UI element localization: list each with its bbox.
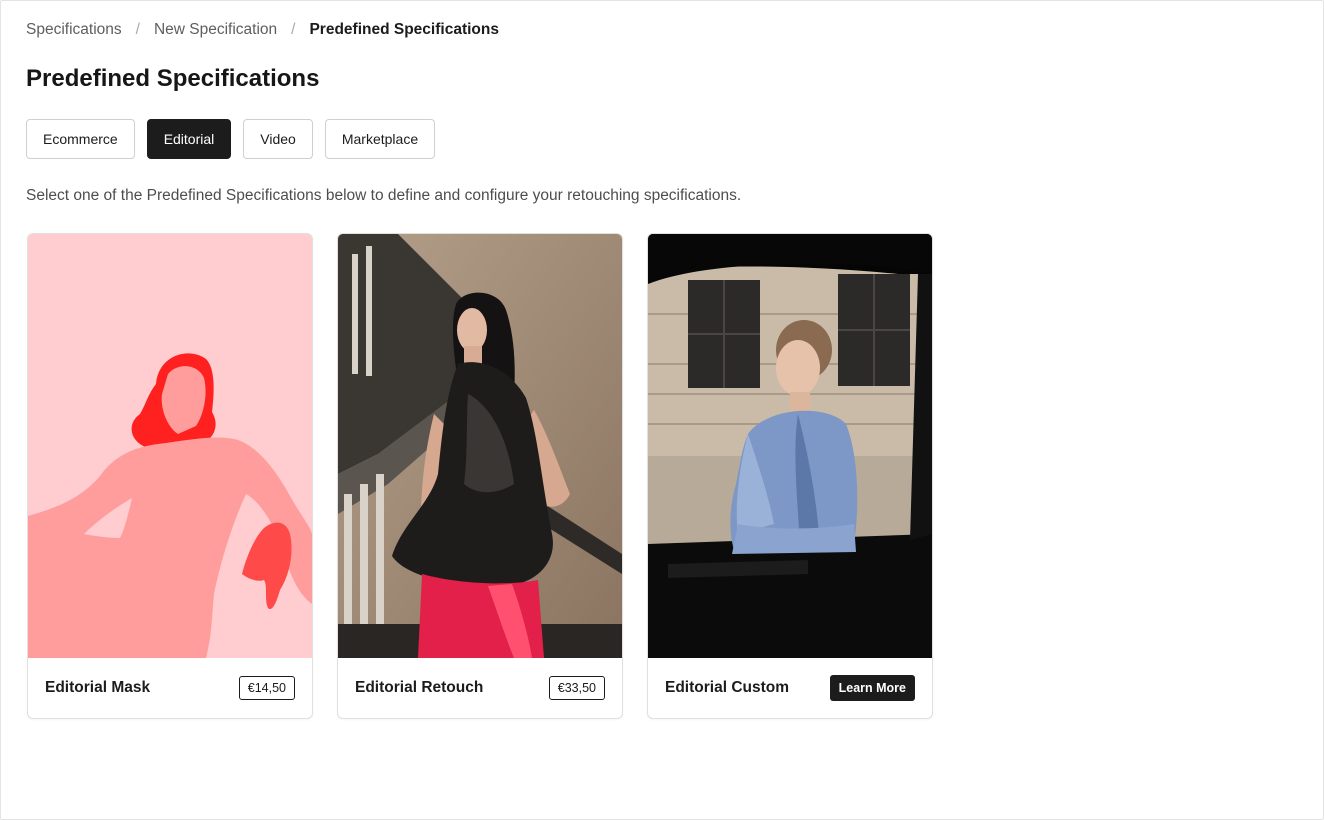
card-title: Editorial Mask xyxy=(45,679,151,696)
price-badge: €33,50 xyxy=(548,676,605,700)
spec-card-list: Editorial Mask €14,50 Editorial Retouch … xyxy=(27,233,933,719)
learn-more-button[interactable]: Learn More xyxy=(829,675,915,701)
tab-ecommerce[interactable]: Ecommerce xyxy=(26,119,135,159)
spec-card-editorial-retouch[interactable]: Editorial Retouch €33,50 xyxy=(337,233,623,719)
card-title: Editorial Retouch xyxy=(355,679,484,696)
tab-editorial[interactable]: Editorial xyxy=(146,119,232,159)
page-frame: Specifications / New Specification / Pre… xyxy=(0,0,1324,820)
breadcrumb-specifications[interactable]: Specifications xyxy=(26,20,122,40)
tab-marketplace[interactable]: Marketplace xyxy=(324,119,436,159)
spec-card-editorial-mask[interactable]: Editorial Mask €14,50 xyxy=(27,233,313,719)
card-footer: Editorial Custom Learn More xyxy=(648,658,932,718)
breadcrumb-separator: / xyxy=(291,21,296,38)
price-badge: €14,50 xyxy=(238,676,295,700)
breadcrumb: Specifications / New Specification / Pre… xyxy=(26,20,499,40)
card-footer: Editorial Retouch €33,50 xyxy=(338,658,622,718)
spec-card-editorial-custom[interactable]: Editorial Custom Learn More xyxy=(647,233,933,719)
card-title: Editorial Custom xyxy=(665,679,790,696)
page-title: Predefined Specifications xyxy=(26,65,320,92)
category-tabs: Ecommerce Editorial Video Marketplace xyxy=(26,119,436,159)
editorial-custom-photo xyxy=(648,234,932,658)
breadcrumb-current-page: Predefined Specifications xyxy=(309,21,499,38)
page-description: Select one of the Predefined Specificati… xyxy=(26,187,742,204)
editorial-retouch-photo xyxy=(338,234,622,658)
tab-video[interactable]: Video xyxy=(243,119,313,159)
breadcrumb-separator: / xyxy=(135,21,140,38)
editorial-mask-image xyxy=(28,234,312,658)
breadcrumb-new-specification[interactable]: New Specification xyxy=(154,20,277,40)
card-footer: Editorial Mask €14,50 xyxy=(28,658,312,718)
